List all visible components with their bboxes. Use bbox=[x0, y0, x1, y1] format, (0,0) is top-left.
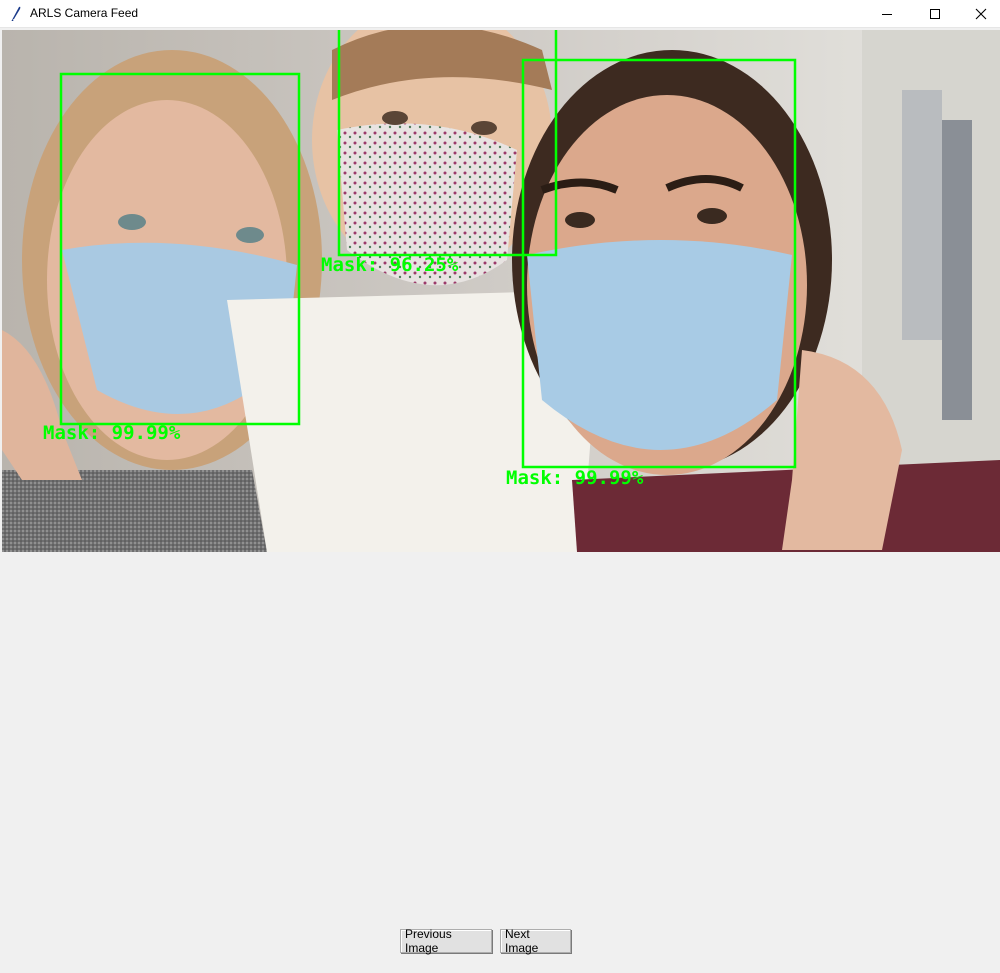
previous-image-button[interactable]: Previous Image bbox=[400, 927, 492, 955]
detection-label: Mask: 96.25% bbox=[321, 254, 459, 276]
minimize-icon bbox=[882, 13, 892, 15]
feather-icon bbox=[9, 5, 23, 22]
minimize-button[interactable] bbox=[864, 0, 910, 27]
detection-label: Mask: 99.99% bbox=[506, 467, 644, 489]
next-image-button[interactable]: Next Image bbox=[500, 927, 571, 955]
close-button[interactable] bbox=[958, 0, 1000, 27]
photo-scene bbox=[2, 30, 1000, 552]
title-bar: ARLS Camera Feed bbox=[0, 0, 1000, 28]
close-icon bbox=[975, 8, 987, 19]
maximize-icon bbox=[930, 8, 940, 19]
detection-label: Mask: 99.99% bbox=[43, 422, 181, 444]
window-title: ARLS Camera Feed bbox=[30, 6, 139, 20]
maximize-button[interactable] bbox=[912, 0, 958, 27]
camera-feed-image: Mask: 99.99% Mask: 96.25% Mask: 99.99% bbox=[2, 30, 1000, 552]
